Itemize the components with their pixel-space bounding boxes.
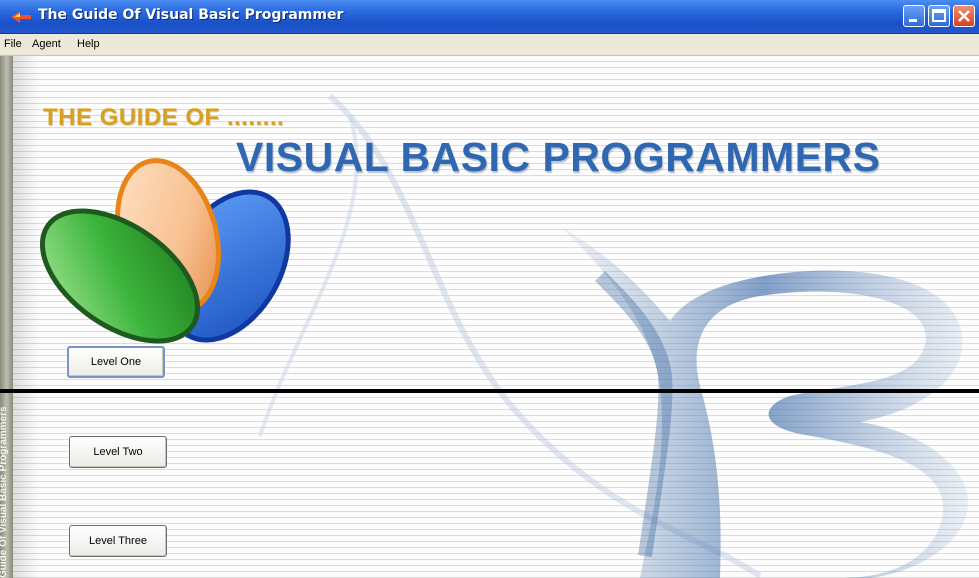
main-panel: Guide Of Visual Basic Programmers THE GU… (0, 56, 979, 578)
minimize-icon (909, 19, 917, 22)
level-three-button[interactable]: Level Three (69, 525, 167, 557)
minimize-button[interactable] (903, 5, 925, 27)
level-two-button[interactable]: Level Two (69, 436, 167, 468)
title-bar[interactable]: The Guide Of Visual Basic Programmer (0, 0, 979, 34)
close-icon (958, 10, 970, 22)
maximize-icon (932, 9, 946, 22)
menu-help[interactable]: Help (77, 38, 100, 50)
app-icon (11, 11, 31, 23)
menu-agent[interactable]: Agent (32, 38, 61, 50)
maximize-button[interactable] (928, 5, 950, 27)
menu-file[interactable]: File (4, 38, 22, 50)
banner-title: VISUAL BASIC PROGRAMMERS (236, 134, 881, 180)
sidebar-strip: Guide Of Visual Basic Programmers (0, 56, 13, 578)
sidebar-caption: Guide Of Visual Basic Programmers (0, 406, 9, 578)
banner-subtitle: THE GUIDE OF ........ (43, 104, 285, 131)
divider-line (0, 389, 979, 393)
menu-bar: File Agent Help (0, 34, 979, 56)
sidebar-shadow (13, 56, 41, 578)
level-one-button[interactable]: Level One (67, 346, 165, 378)
window-title: The Guide Of Visual Basic Programmer (38, 7, 344, 23)
close-button[interactable] (953, 5, 975, 27)
